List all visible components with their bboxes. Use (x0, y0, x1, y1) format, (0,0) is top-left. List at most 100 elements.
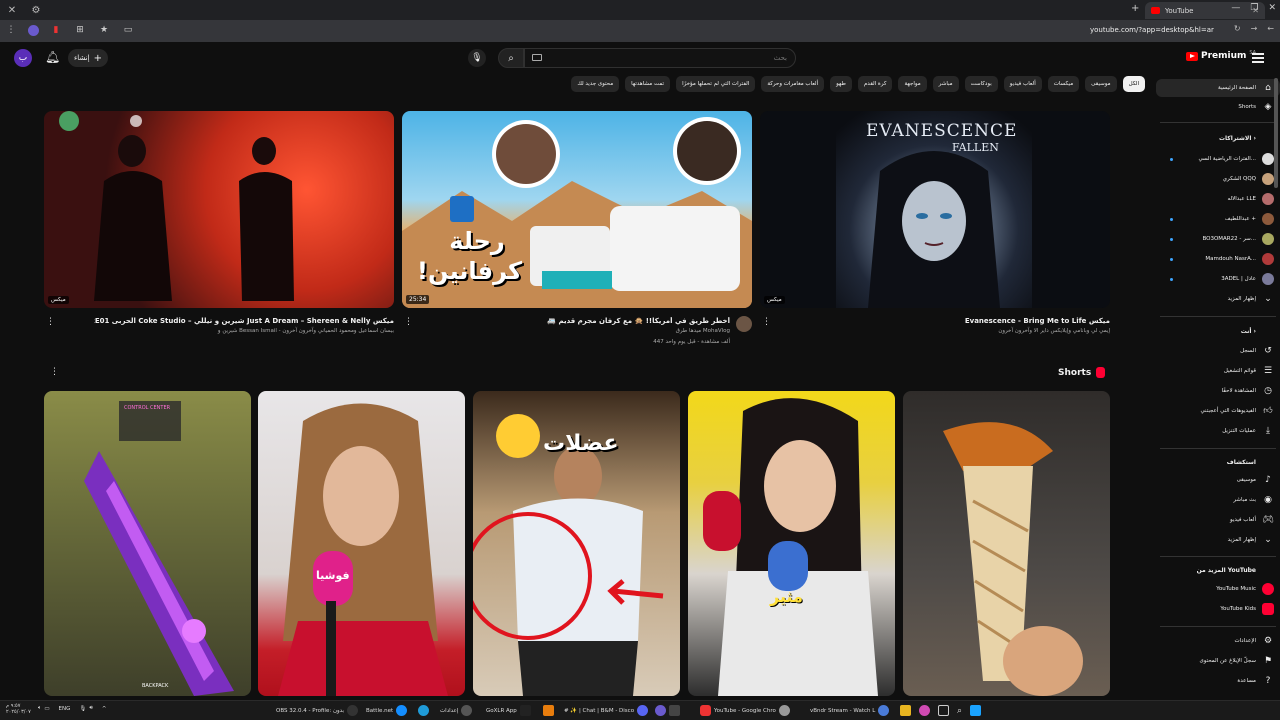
chip-cooking[interactable]: طهو (830, 76, 852, 92)
extensions-puzzle-icon[interactable]: ⊞ (73, 23, 87, 37)
notifications-bell-icon[interactable]: 🔔︎ (45, 50, 60, 64)
close-window-icon[interactable]: ✕ (1268, 3, 1276, 13)
taskbar-app-chrome[interactable]: YouTube - Google Chro (700, 705, 790, 716)
video-channel[interactable]: شيرين و Bessan Ismail - بيسان اسماعيل وم… (94, 328, 394, 334)
create-button[interactable]: إنشاء + (68, 49, 108, 67)
sidebar-item-youtube-music[interactable]: YouTube Music (1156, 580, 1280, 598)
chip-video-games[interactable]: ألعاب فيديو (1003, 76, 1042, 92)
sidebar-item-youtube-kids[interactable]: YouTube Kids (1156, 600, 1280, 618)
taskbar-app-goxlr[interactable]: GoXLR App (486, 705, 531, 716)
window-menu-icon[interactable]: ✕ (0, 5, 24, 16)
chip-football[interactable]: كرة القدم (857, 76, 893, 92)
tray-overflow-chevron-icon[interactable]: ^ (102, 706, 107, 712)
volume-icon[interactable]: 🔈︎ (38, 705, 41, 712)
video-thumbnail[interactable]: رحلة كرفانين! 25:34 (402, 111, 752, 308)
keyboard-icon[interactable] (532, 54, 542, 61)
chip-mixes[interactable]: ميكسات (1047, 76, 1080, 92)
forward-icon[interactable]: → (1251, 24, 1258, 33)
taskbar-app-obs[interactable]: OBS 32.0.4 - Profile: بدون (276, 705, 359, 716)
back-icon[interactable]: ← (1267, 24, 1274, 33)
sidebar-sub-item[interactable]: BO3OMAR22 - سر... (1156, 230, 1280, 248)
video-channel[interactable]: إيمي لي وبانامي وإيلايكس داير الا وآخرون… (810, 328, 1110, 334)
chip-new-for-you[interactable]: محتوى جديد لك (571, 76, 620, 92)
sidebar-item-liked[interactable]: الفيديوهات التي أعجبتني 👍︎ (1156, 402, 1280, 420)
new-tab-icon[interactable]: + (1131, 3, 1139, 14)
file-explorer-icon[interactable] (900, 705, 911, 716)
video-more-icon[interactable]: ⋮ (762, 317, 771, 327)
clock-date[interactable]: ٢٠٢٥/٠٣/٠٧ (6, 709, 31, 715)
taskbar-app-discord[interactable]: # ✨ | Chat | B&M - Disco (564, 705, 649, 716)
mic-tray-icon[interactable]: 🎙︎ (79, 706, 86, 712)
chip-not-recently-played[interactable]: الفترات التي لم تحملها مؤخرًا (676, 76, 756, 92)
sidebar-item-playlists[interactable]: قوائم التشغيل ☰ (1156, 362, 1280, 380)
extension-icon[interactable]: ▮ (49, 23, 63, 37)
chip-battle[interactable]: مواجهة (898, 76, 927, 92)
video-thumbnail[interactable]: EVANESCENCE FALLEN ميكس (760, 111, 1110, 308)
sidebar-item-settings[interactable]: الإعدادات ⚙ (1156, 632, 1280, 650)
maximize-icon[interactable]: ❐ (1250, 3, 1258, 13)
short-card[interactable]: عضلات (473, 391, 680, 696)
short-card[interactable]: CONTROL CENTER BACKPACK (44, 391, 251, 696)
search-button[interactable]: ⌕ (498, 48, 524, 68)
sidebar-item-history[interactable]: السجل ↺ (1156, 342, 1280, 360)
chip-live[interactable]: مباشر (932, 76, 959, 92)
sidebar-sub-item[interactable]: عبدالاله LLE (1156, 190, 1280, 208)
video-title[interactable]: أخطر طريق في أمريكا!! 🙊 مع كرفان مجرم قد… (450, 317, 730, 325)
chip-watched[interactable]: تمت مشاهدتها (625, 76, 671, 92)
you-heading[interactable]: أنت › (1156, 328, 1280, 335)
taskbar-app-battlenet[interactable]: Battle.net (366, 705, 408, 716)
account-avatar[interactable]: ب (14, 49, 32, 67)
video-more-icon[interactable]: ⋮ (46, 317, 55, 327)
sidebar-sub-item[interactable]: الفترات الرياضية السي... (1156, 150, 1280, 168)
sidebar-sub-item[interactable]: الشكري QQQ (1156, 170, 1280, 188)
short-card[interactable] (903, 391, 1110, 696)
taskbar-search-icon[interactable]: ⌕ (957, 706, 962, 716)
copilot-icon[interactable] (919, 705, 930, 716)
search-input[interactable] (524, 48, 796, 68)
shorts-more-icon[interactable]: ⋮ (50, 367, 59, 377)
chip-action-adventure[interactable]: ألعاب مغامرات وحركة (761, 76, 825, 92)
sidebar-item-live[interactable]: بث مباشر ◉ (1156, 491, 1280, 509)
address-url[interactable]: youtube.com/?app=desktop&hl=ar (1090, 26, 1214, 34)
taskbar-app-stream[interactable]: vBndr Stream - Watch L (810, 705, 890, 716)
bookmark-star-icon[interactable]: ★ (97, 23, 111, 37)
sidebar-explore-show-more[interactable]: إظهار المزيد ⌄ (1156, 531, 1280, 549)
video-thumbnail[interactable]: ميكس (44, 111, 394, 308)
video-channel[interactable]: ميدها طرق MohaVlog (450, 328, 730, 334)
more-menu-icon[interactable]: ⋮ (4, 23, 18, 37)
windows-start-icon[interactable] (970, 705, 982, 716)
sidebar-item-watch-later[interactable]: المشاهدة لاحقًا ◷ (1156, 382, 1280, 400)
settings-icon[interactable]: ⚙ (24, 5, 48, 16)
language-indicator[interactable]: ENG (59, 706, 71, 712)
sidebar-item-home[interactable]: الصفحة الرئيسية ⌂ (1156, 79, 1280, 97)
taskbar-app-edge[interactable] (418, 705, 429, 716)
network-icon[interactable]: ▭ (44, 706, 49, 712)
sidebar-item-help[interactable]: مساعدة ? (1156, 672, 1280, 690)
video-more-icon[interactable]: ⋮ (404, 317, 413, 327)
taskbar-app-settings[interactable]: إعدادات (440, 705, 473, 716)
sidebar-scrollbar[interactable] (1274, 78, 1278, 188)
speaker-tray-icon[interactable]: 🔊︎ (89, 705, 92, 712)
reload-icon[interactable]: ↻ (1234, 24, 1241, 33)
sidebar-item-downloads[interactable]: عمليات التنزيل ⤓ (1156, 422, 1280, 440)
profile-icon[interactable] (28, 24, 39, 36)
chip-all[interactable]: الكل (1122, 76, 1145, 92)
sidebar-item-report-history[interactable]: سجلّ الإبلاغ عن المحتوى ⚑ (1156, 652, 1280, 670)
voice-search-mic-icon[interactable]: 🎙︎ (468, 49, 486, 67)
chip-music[interactable]: موسيقى (1085, 76, 1117, 92)
cast-icon[interactable]: ▭ (121, 23, 135, 37)
sidebar-sub-item[interactable]: 3ADEL | عادل (1156, 270, 1280, 288)
video-title[interactable]: ميكس Just A Dream – Shereen & Nelly شيري… (94, 317, 394, 325)
task-view-icon[interactable] (938, 705, 949, 716)
short-card[interactable]: فوشيا (258, 391, 465, 696)
video-title[interactable]: ميكس Evanescence - Bring Me to Life (810, 317, 1110, 325)
sidebar-show-more[interactable]: إظهار المزيد ⌄ (1156, 290, 1280, 308)
sidebar-item-music[interactable]: موسيقى ♪ (1156, 471, 1280, 489)
guide-menu-icon[interactable] (1252, 53, 1264, 65)
sidebar-item-shorts[interactable]: Shorts ◈ (1156, 98, 1280, 116)
youtube-premium-logo[interactable]: Premium SA (1186, 50, 1256, 61)
taskbar-app-generic[interactable] (655, 705, 680, 716)
subscriptions-heading[interactable]: الاشتراكات › (1156, 135, 1280, 142)
minimize-icon[interactable]: — (1231, 3, 1240, 13)
channel-avatar[interactable] (736, 316, 752, 332)
